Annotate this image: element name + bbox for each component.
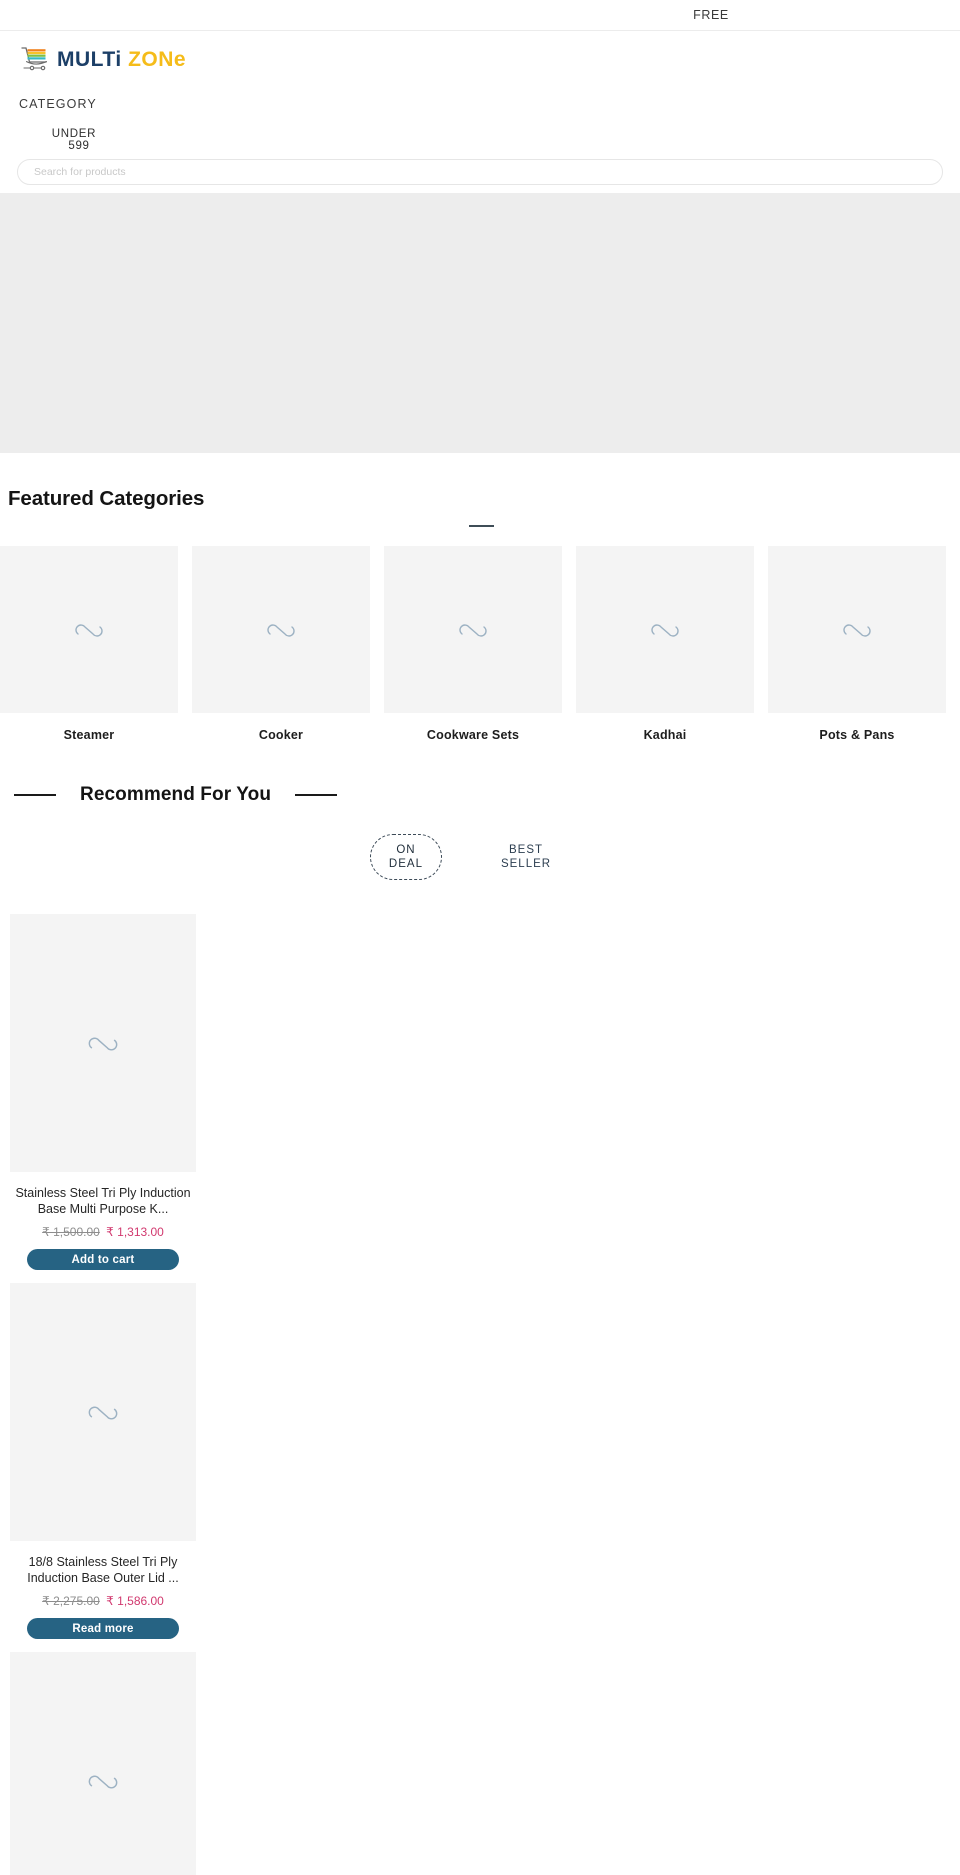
featured-categories-heading: Featured Categories	[8, 487, 205, 510]
image-placeholder-icon	[88, 1033, 118, 1054]
recommend-heading-row: Recommend For You	[0, 784, 960, 806]
product-price-row: ₹ 1,500.00 ₹ 1,313.00	[10, 1225, 196, 1239]
header-logo-row: MULTi ZONe	[0, 31, 960, 87]
image-placeholder-icon	[267, 620, 295, 640]
search-input[interactable]	[17, 159, 943, 185]
heading-dash-right	[295, 794, 338, 796]
image-placeholder-icon	[843, 620, 871, 640]
logo-text-primary: MULTi	[57, 47, 122, 71]
main-navigation: CATEGORY	[0, 87, 960, 121]
product-price-row: ₹ 2,275.00 ₹ 1,586.00	[10, 1594, 196, 1608]
recommend-section: Recommend For You ON DEAL BEST SELLER St…	[0, 742, 960, 1875]
product-price-sale: ₹ 1,313.00	[106, 1225, 164, 1239]
product-price-original: ₹ 1,500.00	[42, 1225, 100, 1239]
category-thumbnail	[576, 546, 754, 713]
logo-text-accent: ZONe	[128, 47, 187, 71]
category-label: Kadhai	[643, 728, 687, 742]
category-thumbnail	[192, 546, 370, 713]
product-title[interactable]: 18/8 Stainless Steel Tri Ply Induction B…	[10, 1554, 196, 1586]
product-price-original: ₹ 2,275.00	[42, 1594, 100, 1608]
image-placeholder-icon	[75, 620, 103, 640]
under-599-label-line1: UNDER	[51, 128, 97, 140]
announcement-text: FREE	[693, 8, 729, 22]
heading-underline	[468, 525, 494, 527]
category-label: Pots & Pans	[819, 728, 895, 742]
hero-banner[interactable]	[0, 193, 960, 453]
product-grid: Stainless Steel Tri Ply Induction Base M…	[0, 914, 960, 1875]
product-thumbnail[interactable]	[10, 1652, 196, 1875]
under-599-label-line2: 599	[68, 140, 90, 152]
product-card[interactable]	[10, 1652, 196, 1875]
under-599-badge[interactable]: UNDER 599	[46, 128, 102, 152]
featured-categories-section: Featured Categories Steamer Cooker Cookw…	[0, 453, 960, 742]
category-card[interactable]: Cooker	[192, 546, 370, 742]
category-card[interactable]: Steamer	[0, 546, 178, 742]
product-price-sale: ₹ 1,586.00	[106, 1594, 164, 1608]
product-title[interactable]: Stainless Steel Tri Ply Induction Base M…	[10, 1185, 196, 1217]
site-logo[interactable]: MULTi ZONe	[19, 46, 186, 72]
category-card[interactable]: Cookware Sets	[384, 546, 562, 742]
tab-best-seller[interactable]: BEST SELLER	[482, 834, 570, 880]
recommend-heading: Recommend For You	[80, 784, 272, 805]
image-placeholder-icon	[459, 620, 487, 640]
shopping-cart-icon	[19, 46, 51, 72]
tab-on-deal-line2: DEAL	[388, 858, 423, 870]
image-placeholder-icon	[88, 1771, 118, 1792]
category-thumbnail	[0, 546, 178, 713]
product-card[interactable]: 18/8 Stainless Steel Tri Ply Induction B…	[10, 1283, 196, 1639]
category-thumbnail	[384, 546, 562, 713]
promo-row: UNDER 599	[0, 121, 960, 159]
tab-on-deal-line1: ON	[396, 844, 416, 856]
announcement-bar: FREE	[0, 0, 960, 31]
read-more-button[interactable]: Read more	[27, 1618, 179, 1639]
category-card[interactable]: Pots & Pans	[768, 546, 946, 742]
category-card[interactable]: Kadhai	[576, 546, 754, 742]
nav-item-category[interactable]: CATEGORY	[19, 97, 97, 111]
image-placeholder-icon	[651, 620, 679, 640]
tab-best-seller-line1: BEST	[509, 844, 544, 856]
tab-best-seller-line2: SELLER	[500, 858, 552, 870]
tab-on-deal[interactable]: ON DEAL	[369, 834, 442, 880]
image-placeholder-icon	[88, 1402, 118, 1423]
category-label: Cooker	[258, 728, 304, 742]
product-thumbnail[interactable]	[10, 914, 196, 1172]
category-label: Steamer	[63, 728, 115, 742]
heading-underline-wrap	[0, 511, 960, 541]
category-label: Cookware Sets	[426, 728, 520, 742]
recommend-tabs: ON DEAL BEST SELLER	[0, 834, 960, 880]
category-thumbnail	[768, 546, 946, 713]
add-to-cart-button[interactable]: Add to cart	[27, 1249, 179, 1270]
heading-dash-left	[14, 794, 56, 796]
product-thumbnail[interactable]	[10, 1283, 196, 1541]
product-card[interactable]: Stainless Steel Tri Ply Induction Base M…	[10, 914, 196, 1270]
search-bar	[0, 159, 960, 193]
featured-categories-list: Steamer Cooker Cookware Sets Kadhai Pots…	[0, 546, 960, 742]
